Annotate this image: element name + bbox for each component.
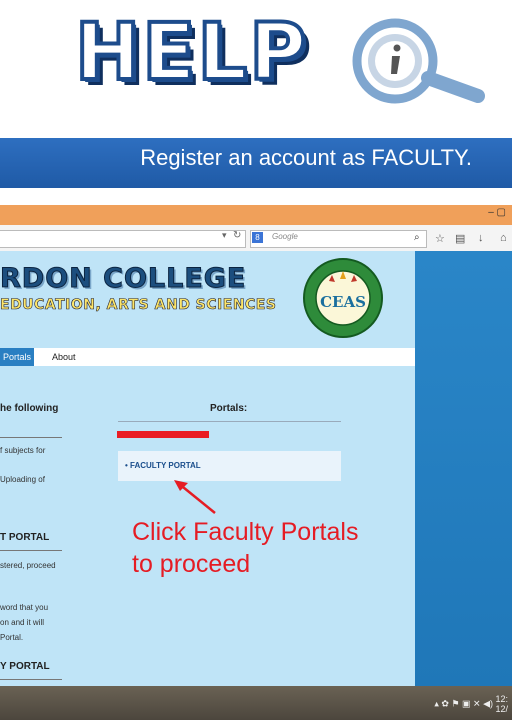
portals-title: Portals: [210, 403, 248, 414]
reload-icon[interactable]: ↻ [233, 230, 241, 241]
left-text: word that you [0, 603, 49, 612]
info-magnifier-icon [352, 18, 485, 104]
google-engine-icon[interactable]: 8 [252, 232, 263, 243]
instruction-line: to proceed [132, 550, 251, 578]
download-icon[interactable]: ↓ [478, 232, 484, 244]
divider [0, 679, 62, 680]
nav-portals[interactable]: Portals [0, 348, 34, 366]
left-text: on and it will [0, 618, 45, 627]
left-heading: he following [0, 403, 59, 414]
svg-text:CEAS: CEAS [320, 293, 366, 311]
college-name: RDON COLLEGE [0, 263, 247, 295]
search-placeholder: Google [272, 232, 298, 241]
left-heading: T PORTAL [0, 532, 50, 543]
instruction-line: Click Faculty Portals [132, 518, 359, 546]
left-text: stered, proceed [0, 561, 56, 570]
instruction-text: Click Faculty Portals to proceed [132, 516, 432, 580]
divider [0, 550, 62, 551]
window-titlebar [0, 205, 512, 225]
divider [118, 421, 341, 422]
url-dropdown-icon[interactable]: ▾ [222, 230, 227, 241]
divider [0, 437, 62, 438]
tray-date: 12/ [495, 704, 508, 714]
tray-icons[interactable]: ▴ ✿ ⚑ ▣ ✕ ◀) [434, 698, 495, 708]
banner-text: Register an account as FACULTY. [140, 145, 472, 170]
url-bar[interactable] [0, 230, 246, 248]
window-controls[interactable]: – ▢ [488, 207, 506, 218]
desktop-background [415, 251, 512, 686]
college-subtitle: EDUCATION, ARTS AND SCIENCES [0, 297, 277, 314]
help-title: HELP [73, 6, 309, 100]
system-tray[interactable]: ▴ ✿ ⚑ ▣ ✕ ◀) 12: 12/ [434, 694, 508, 714]
left-heading: Y PORTAL [0, 661, 50, 672]
browser-screenshot: – ▢ ▾ ↻ 8 Google ⌕ ☆ ▤ ↓ ⌂ RDON COLLEGE … [0, 205, 512, 720]
bookmark-star-icon[interactable]: ☆ [435, 232, 445, 245]
left-text: Portal. [0, 633, 24, 642]
home-icon[interactable]: ⌂ [500, 232, 507, 244]
nav-about[interactable]: About [52, 348, 76, 366]
pointer-arrow-icon [174, 480, 216, 514]
bookmarks-list-icon[interactable]: ▤ [455, 232, 465, 245]
left-text: f subjects for [0, 446, 46, 455]
search-magnifier-icon[interactable]: ⌕ [414, 232, 420, 243]
faculty-portal-link[interactable]: • FACULTY PORTAL [125, 461, 201, 470]
left-text: Uploading of [0, 475, 45, 484]
tray-time: 12: [495, 694, 508, 704]
red-highlight-bar [117, 431, 209, 438]
college-seal-logo: CEAS [303, 258, 383, 338]
